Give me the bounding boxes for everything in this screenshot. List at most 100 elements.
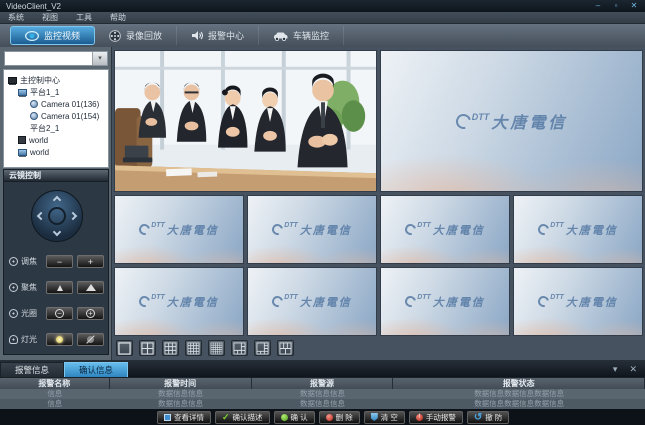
layout-4-button[interactable] [139,340,156,356]
disarm-button[interactable]: 撤 防 [467,411,509,424]
zoom-out-button[interactable]: − [46,255,73,268]
confirm-button[interactable]: 确 认 [274,411,315,424]
tab-label: 录像回放 [126,29,162,42]
ptz-row-light: 灯光 [9,332,104,347]
tree-item-label: Camera 01(136) [41,100,99,109]
undo-icon [474,413,482,422]
focus-far-icon [86,284,96,291]
layout-1-7-button[interactable] [254,340,271,356]
cell-alarm-status: 数据信息数据信息数据信息 [393,389,645,399]
video-tile-placeholder[interactable]: DTT大唐電信 [380,50,643,192]
light-off-button[interactable] [77,333,104,346]
iris-open-button[interactable] [77,307,104,320]
datang-logo: DTT大唐電信 [139,222,219,238]
tab-alarm-center[interactable]: 报警中心 [177,26,259,45]
focus-near-button[interactable] [46,281,73,294]
focus-far-button[interactable] [77,281,104,294]
tab-monitor-video[interactable]: 监控视频 [10,26,95,45]
layout-25-icon [210,342,223,355]
logo-abbr: DTT [284,222,298,229]
light-on-button[interactable] [46,333,73,346]
cell-alarm-name: 信息 [0,399,110,409]
iris-close-button[interactable] [46,307,73,320]
camera-icon [30,100,38,108]
tab-confirm-info[interactable]: 确认信息 [64,362,128,377]
crescent-icon [270,222,285,237]
video-tile-placeholder[interactable]: DTT大唐電信 [380,195,510,264]
arrow-up-icon[interactable] [53,196,61,204]
speaker-icon [191,30,203,41]
table-row[interactable]: 信息 数据信息信息 数据信息信息 数据信息数据信息数据信息 [0,389,645,399]
close-panel-icon[interactable]: ✕ [629,364,637,374]
tab-playback[interactable]: 录像回放 [95,26,177,45]
button-label: 清 空 [381,412,398,423]
arrow-down-icon[interactable] [53,228,61,236]
zoom-icon [9,257,18,266]
ptz-dpad[interactable] [31,190,83,242]
video-tile-placeholder[interactable]: DTT大唐電信 [247,267,377,336]
close-button[interactable]: ✕ [629,1,639,11]
arrow-right-icon[interactable] [69,212,77,220]
menu-view[interactable]: 视图 [42,12,58,23]
datang-logo: DTT大唐電信 [538,222,618,238]
logo-name: 大唐電信 [566,222,618,238]
chevron-down-icon[interactable] [92,52,107,65]
datang-logo: DTT大唐電信 [538,294,618,310]
video-area: DTT大唐電信 DTT大唐電信 DTT大唐電信 DTT大唐電信 DTT大唐電信 … [112,47,645,360]
ptz-row-label: 灯光 [21,334,42,345]
arrow-left-icon[interactable] [37,212,45,220]
zoom-in-button[interactable]: + [77,255,104,268]
video-tile-placeholder[interactable]: DTT大唐電信 [380,267,510,336]
ptz-row-label: 调焦 [21,256,42,267]
alarm-table-header: 报警名称 报警时间 报警源 报警状态 [0,377,645,389]
tree-item-camera-136[interactable]: Camera 01(136) [4,98,108,110]
alarm-panel: 报警信息 确认信息 ▾ ✕ 报警名称 报警时间 报警源 报警状态 信息 数据信息… [0,360,645,425]
minimize-button[interactable]: – [593,1,603,11]
video-tile-placeholder[interactable]: DTT大唐電信 [513,267,643,336]
tree-item-camera-154[interactable]: Camera 01(154) [4,110,108,122]
tree-item-platform2[interactable]: 平台2_1 [4,122,108,134]
tree-item-label: Camera 01(154) [41,112,99,121]
logo-name: 大唐電信 [433,222,485,238]
layout-1-button[interactable] [116,340,133,356]
video-tile-live[interactable] [114,50,377,192]
table-row[interactable]: 信息 数据信息信息 数据信息信息 数据信息数据信息数据信息 [0,399,645,409]
layout-9-button[interactable] [162,340,179,356]
dpad-center[interactable] [48,207,66,225]
video-tile-placeholder[interactable]: DTT大唐電信 [247,195,377,264]
delete-button[interactable]: 删 除 [319,411,360,424]
window-controls: – ▫ ✕ [593,1,645,11]
menu-system[interactable]: 系统 [8,12,24,23]
collapse-panel-icon[interactable]: ▾ [613,364,618,374]
layout-6-button[interactable] [277,340,294,356]
layout-25-button[interactable] [208,340,225,356]
tab-alarm-info[interactable]: 报警信息 [0,362,64,377]
logo-abbr: DTT [151,294,165,301]
video-tile-placeholder[interactable]: DTT大唐電信 [114,267,244,336]
confirm-description-button[interactable]: 确认描述 [215,411,270,424]
menu-tools[interactable]: 工具 [76,12,92,23]
layout-1-5-button[interactable] [231,340,248,356]
tree-item-world-2[interactable]: world [4,146,108,158]
layout-4-icon [141,342,154,355]
maximize-button[interactable]: ▫ [611,1,621,11]
tree-item-platform1[interactable]: 平台1_1 [4,86,108,98]
tab-vehicle-monitor[interactable]: 车辆监控 [259,26,344,45]
datang-logo: DTT大唐電信 [405,294,485,310]
layout-bar [116,340,294,356]
layout-16-button[interactable] [185,340,202,356]
clear-button[interactable]: 清 空 [364,411,405,424]
logo-abbr: DTT [472,112,490,122]
tree-item-control-center[interactable]: 主控制中心 [4,74,108,86]
device-combo[interactable] [4,51,108,66]
layout-6-icon [279,342,292,355]
logo-name: 大唐電信 [300,294,352,310]
title-bar: VideoClient_V2 – ▫ ✕ [0,0,645,12]
manual-alarm-button[interactable]: !手动报警 [409,411,463,424]
video-tile-placeholder[interactable]: DTT大唐電信 [114,195,244,264]
logo-abbr: DTT [550,222,564,229]
video-tile-placeholder[interactable]: DTT大唐電信 [513,195,643,264]
tree-item-world-1[interactable]: world [4,134,108,146]
menu-help[interactable]: 帮助 [110,12,126,23]
view-details-button[interactable]: 查看详情 [157,411,211,424]
